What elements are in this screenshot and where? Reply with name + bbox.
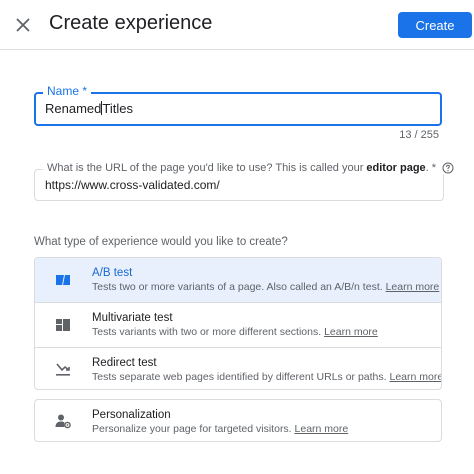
option-redirect[interactable]: Redirect test Tests separate web pages i… <box>35 348 442 389</box>
required-mark: * <box>82 84 88 98</box>
option-title: Redirect test <box>92 357 157 369</box>
option-description: Tests separate web pages identified by d… <box>92 371 442 383</box>
name-input[interactable]: RenamedTitles <box>45 101 133 116</box>
option-ab-test[interactable]: A/B test Tests two or more variants of a… <box>35 258 441 302</box>
name-label-text: Name <box>47 84 80 98</box>
url-label-suffix: . * <box>425 162 437 174</box>
name-value-before-cursor: Renamed <box>45 101 102 116</box>
multivariate-icon <box>56 319 70 331</box>
name-field[interactable]: RenamedTitles <box>34 92 442 126</box>
option-multivariate[interactable]: Multivariate test Tests variants with tw… <box>35 303 441 347</box>
option-title: Multivariate test <box>92 312 173 324</box>
option-description: Personalize your page for targeted visit… <box>92 423 349 435</box>
option-description: Tests two or more variants of a page. Al… <box>92 281 440 293</box>
experience-type-question: What type of experience would you like t… <box>34 236 288 248</box>
char-count: 13 / 255 <box>399 129 439 141</box>
learn-more-link[interactable]: Learn more <box>324 326 378 338</box>
name-value-after-cursor: Titles <box>102 101 133 116</box>
learn-more-link[interactable]: Learn more <box>389 371 441 383</box>
url-input[interactable]: https://www.cross-validated.com/ <box>45 178 220 192</box>
close-icon[interactable] <box>12 14 34 36</box>
option-title: Personalization <box>92 409 171 421</box>
experience-options: A/B test Tests two or more variants of a… <box>34 257 442 390</box>
option-personalization[interactable]: Personalization Personalize your page fo… <box>34 399 442 442</box>
page-title: Create experience <box>49 12 213 34</box>
url-label-prefix: What is the URL of the page you'd like t… <box>47 162 364 174</box>
help-icon[interactable] <box>442 162 454 174</box>
learn-more-link[interactable]: Learn more <box>295 423 349 435</box>
option-title: A/B test <box>92 267 133 279</box>
url-label-bold: editor page <box>366 162 426 174</box>
ab-test-icon <box>56 275 70 285</box>
name-label: Name * <box>43 84 92 98</box>
personalization-icon <box>55 414 71 429</box>
header-bar: Create experience Create <box>0 0 474 50</box>
option-description: Tests variants with two or more differen… <box>92 326 378 338</box>
redirect-icon <box>56 363 70 376</box>
learn-more-link[interactable]: Learn more <box>386 281 440 293</box>
url-label: What is the URL of the page you'd like t… <box>43 162 459 174</box>
create-button[interactable]: Create <box>398 12 472 38</box>
